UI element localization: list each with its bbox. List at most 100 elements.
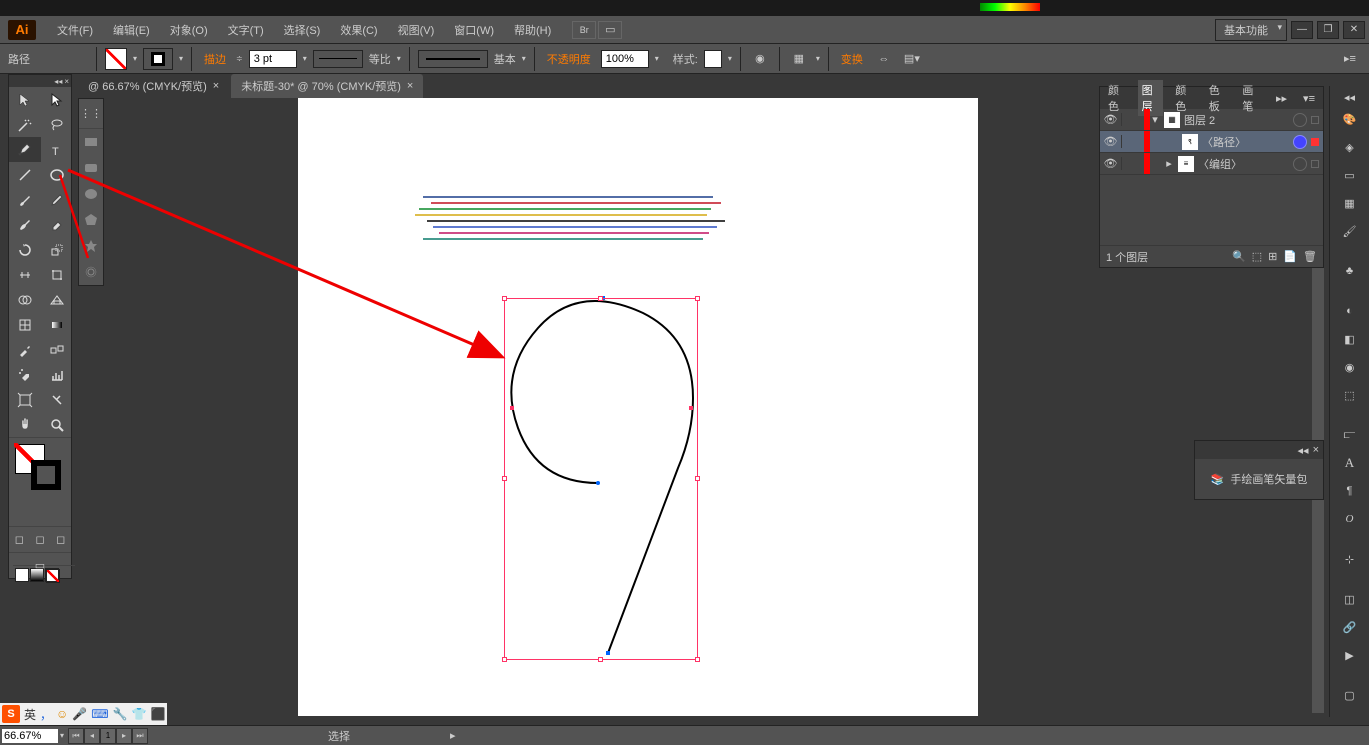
visibility-toggle[interactable]: 👁 (1100, 135, 1122, 148)
stroke-weight-field[interactable]: 3 pt (249, 50, 297, 68)
ime-softkb-icon[interactable]: ⌨ (91, 707, 108, 721)
dock-expand-icon[interactable]: ◂◂ (1335, 90, 1365, 104)
width-tool[interactable] (9, 262, 41, 287)
pen-tool[interactable] (9, 137, 41, 162)
ellipse-tool[interactable] (41, 162, 73, 187)
perspective-tool[interactable] (41, 287, 73, 312)
layer-name[interactable]: 〈编组〉 (1198, 156, 1293, 172)
eyedropper-tool[interactable] (9, 337, 41, 362)
select-indicator[interactable] (1311, 138, 1319, 146)
star-shape[interactable] (79, 233, 103, 259)
ime-emoji-icon[interactable]: ☺ (56, 707, 68, 721)
zoom-tool[interactable] (41, 412, 73, 437)
optbar-menu-icon[interactable]: ▸≡ (1339, 48, 1361, 70)
panel-tab-layers[interactable]: 图层 (1138, 80, 1164, 116)
stroke-indicator[interactable] (31, 460, 61, 490)
draw-inside-btn[interactable]: ◻ (50, 527, 71, 552)
transform-panel-icon[interactable]: ⊹ (1335, 546, 1365, 572)
flyout-header[interactable]: ⋮⋮ (79, 99, 103, 129)
document-tab-2[interactable]: 未标题-30* @ 70% (CMYK/预览) × (231, 74, 423, 98)
locate-layer-icon[interactable]: 🔍 (1232, 250, 1246, 263)
gradient-panel-icon[interactable]: ◧ (1335, 326, 1365, 352)
layer-row[interactable]: 👁 ▸ ≡ 〈编组〉 (1100, 153, 1323, 175)
expand-icon[interactable]: ▾ (1150, 113, 1160, 126)
gradient-tool[interactable] (41, 312, 73, 337)
layer-name[interactable]: 图层 2 (1184, 112, 1293, 128)
next-artboard-icon[interactable]: ▸ (116, 728, 132, 744)
fill-stroke-control[interactable] (9, 437, 71, 507)
ellipse-shape[interactable] (79, 181, 103, 207)
pencil-tool[interactable] (41, 187, 73, 212)
ime-settings-icon[interactable]: 🔧 (113, 707, 128, 721)
select-indicator[interactable] (1311, 160, 1319, 168)
paintbrush-tool[interactable] (9, 187, 41, 212)
pathfinder-panel-icon[interactable]: ◫ (1335, 586, 1365, 612)
menu-object[interactable]: 对象(O) (161, 18, 217, 42)
symbols-panel-icon[interactable]: ♣ (1335, 258, 1365, 284)
close-window-button[interactable]: ✕ (1343, 21, 1365, 39)
last-artboard-icon[interactable]: ⏭ (132, 728, 148, 744)
select-indicator[interactable] (1311, 116, 1319, 124)
align-panel-icon[interactable]: ⫍ (1335, 422, 1365, 448)
color-panel-icon[interactable]: 🎨 (1335, 106, 1365, 132)
artboard-tool[interactable] (9, 387, 41, 412)
character-panel-icon[interactable]: A (1335, 450, 1365, 476)
arrange-icon[interactable]: ▭ (598, 21, 622, 39)
shape-builder-tool[interactable] (9, 287, 41, 312)
mesh-tool[interactable] (9, 312, 41, 337)
menu-window[interactable]: 窗口(W) (445, 18, 503, 42)
blend-tool[interactable] (41, 337, 73, 362)
panel-expand-icon[interactable]: ▸▸ (1272, 90, 1291, 107)
selection-tool[interactable] (9, 87, 41, 112)
swatches-panel-icon[interactable]: ▦ (1335, 190, 1365, 216)
target-icon[interactable] (1293, 157, 1307, 171)
slice-tool[interactable] (41, 387, 73, 412)
transform-x-icon[interactable]: ⇔ (873, 48, 895, 70)
hand-tool[interactable] (9, 412, 41, 437)
delete-layer-icon[interactable]: 🗑 (1303, 250, 1317, 263)
maximize-button[interactable]: ❐ (1317, 21, 1339, 39)
ime-lang[interactable]: 英 (24, 706, 36, 723)
blob-brush-tool[interactable] (9, 212, 41, 237)
stroke-swatch[interactable] (143, 48, 173, 70)
opentype-panel-icon[interactable]: O (1335, 506, 1365, 532)
free-transform-tool[interactable] (41, 262, 73, 287)
rounded-rect-shape[interactable] (79, 155, 103, 181)
ime-voice-icon[interactable]: 🎤 (72, 707, 87, 721)
artboards-panel-icon[interactable]: ▢ (1335, 682, 1365, 708)
menu-file[interactable]: 文件(F) (48, 18, 102, 42)
line-tool[interactable] (9, 162, 41, 187)
prev-artboard-icon[interactable]: ◂ (84, 728, 100, 744)
type-tool[interactable]: T (41, 137, 73, 162)
target-icon[interactable] (1293, 135, 1307, 149)
menu-edit[interactable]: 编辑(E) (104, 18, 159, 42)
target-icon[interactable] (1293, 113, 1307, 127)
scale-tool[interactable] (41, 237, 73, 262)
visibility-toggle[interactable]: 👁 (1100, 113, 1122, 126)
screen-mode-btn[interactable]: ▭ (9, 553, 71, 578)
links-panel-icon[interactable]: 🔗 (1335, 614, 1365, 640)
flare-shape[interactable] (79, 259, 103, 285)
draw-behind-btn[interactable]: ◻ (30, 527, 51, 552)
panel-tab-color[interactable]: 颜色 (1104, 80, 1130, 116)
make-clip-icon[interactable]: ⬚ (1252, 250, 1262, 263)
graphic-style-swatch[interactable] (704, 50, 722, 68)
magic-wand-tool[interactable] (9, 112, 41, 137)
toolbox-close-icon[interactable]: × (64, 77, 69, 86)
artboard[interactable] (298, 98, 978, 716)
layer-row[interactable]: 👁 ९ 〈路径〉 (1100, 131, 1323, 153)
graph-tool[interactable] (41, 362, 73, 387)
ime-skin-icon[interactable]: 👕 (132, 707, 147, 721)
lib-collapse-icon[interactable]: ◂◂ (1298, 444, 1309, 457)
appearance-panel-icon[interactable]: ◉ (1335, 354, 1365, 380)
profile-preview[interactable] (313, 50, 363, 68)
graphic-styles-icon[interactable]: ⬚ (1335, 382, 1365, 408)
menu-type[interactable]: 文字(T) (219, 18, 273, 42)
bridge-icon[interactable]: Br (572, 21, 596, 39)
panel-menu-icon[interactable]: ▾≡ (1299, 90, 1319, 107)
actions-panel-icon[interactable]: ▶ (1335, 642, 1365, 668)
layer-row[interactable]: 👁 ▾ ▦ 图层 2 (1100, 109, 1323, 131)
menu-effect[interactable]: 效果(C) (331, 18, 386, 42)
opacity-field[interactable]: 100% (601, 50, 649, 68)
draw-normal-btn[interactable]: ◻ (9, 527, 30, 552)
